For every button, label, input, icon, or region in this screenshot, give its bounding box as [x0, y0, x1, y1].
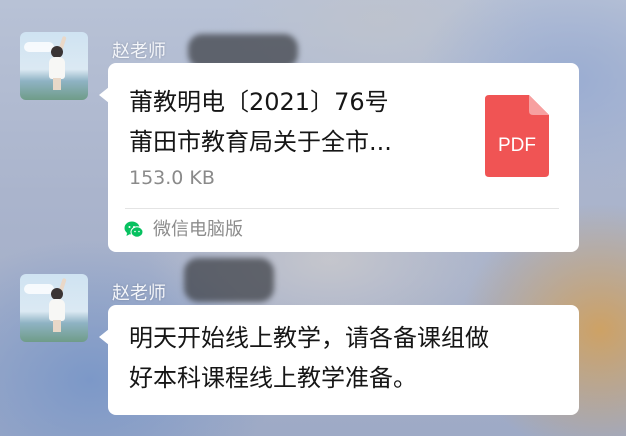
- message-line: 好本科课程线上教学准备。: [129, 364, 417, 392]
- chat-background: 赵老师 莆教明电〔2021〕76号 莆田市教育局关于全市... 153.0 KB…: [0, 0, 626, 436]
- pdf-file-icon: PDF: [485, 95, 549, 177]
- file-subtitle: 莆田市教育局关于全市...: [129, 128, 392, 156]
- sender-name: 赵老师: [112, 283, 166, 304]
- pdf-type-label: PDF: [498, 135, 536, 156]
- message-text: 明天开始线上教学，请各备课组做 好本科课程线上教学准备。: [129, 318, 569, 398]
- redacted-name-blur: [184, 258, 274, 302]
- text-message-bubble[interactable]: 明天开始线上教学，请各备课组做 好本科课程线上教学准备。: [99, 305, 579, 415]
- sender-avatar[interactable]: [20, 32, 88, 100]
- sender-name: 赵老师: [112, 41, 166, 62]
- message-line: 明天开始线上教学，请各备课组做: [129, 324, 489, 352]
- file-size: 153.0 KB: [129, 167, 215, 189]
- sender-avatar[interactable]: [20, 274, 88, 342]
- source-label: 微信电脑版: [153, 219, 243, 240]
- file-message-bubble[interactable]: 莆教明电〔2021〕76号 莆田市教育局关于全市... 153.0 KB PDF…: [99, 63, 579, 252]
- bubble-divider: [125, 208, 559, 209]
- wechat-icon: [124, 220, 144, 240]
- file-title: 莆教明电〔2021〕76号: [129, 88, 389, 116]
